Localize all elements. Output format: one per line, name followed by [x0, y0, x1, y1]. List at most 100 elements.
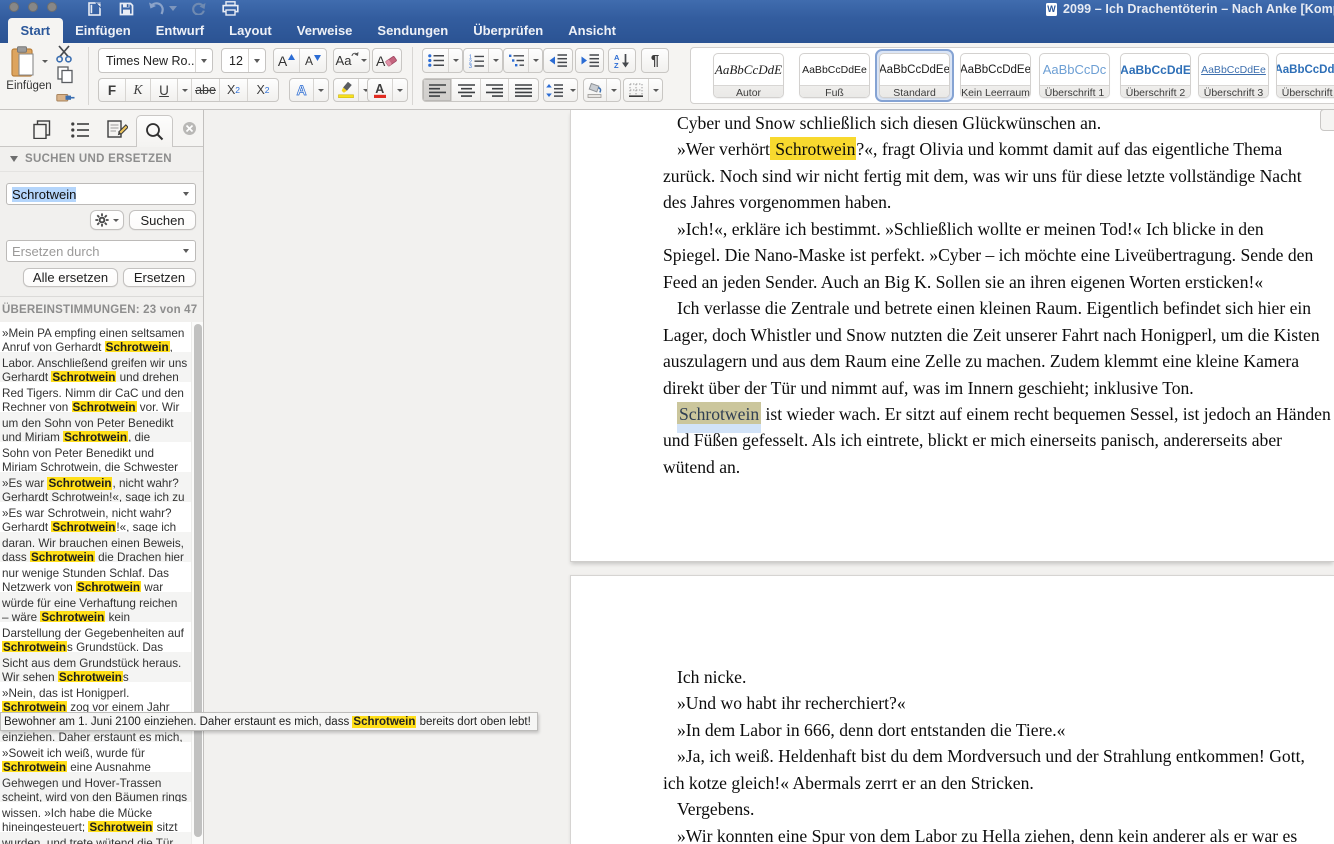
replace-button[interactable]: Ersetzen — [123, 268, 196, 287]
font-name-select[interactable]: Times New Ro... — [98, 48, 213, 73]
thumbnails-tab-icon[interactable] — [33, 120, 51, 139]
sort-button[interactable]: AZ — [608, 48, 636, 73]
search-tab[interactable] — [136, 115, 173, 147]
numbered-list-button[interactable]: 123 — [464, 49, 489, 72]
change-case-button[interactable]: Aa — [333, 48, 370, 73]
ribbon-tab-überprüfen[interactable]: Überprüfen — [461, 18, 556, 43]
superscript-button[interactable]: X2 — [248, 79, 278, 101]
line-spacing-button[interactable] — [543, 78, 578, 102]
style-card--berschrift-1[interactable]: AaBbCcDcÜberschrift 1 — [1039, 53, 1110, 98]
results-scrollbar[interactable] — [191, 322, 203, 844]
search-dropdown-icon[interactable] — [177, 184, 195, 204]
copy-icon[interactable] — [57, 66, 74, 84]
style-card-kein-leerraum[interactable]: AaBbCcDdEeKein Leerraum — [960, 53, 1031, 98]
bold-button[interactable]: F — [99, 79, 126, 101]
align-right-button[interactable] — [481, 79, 509, 101]
multilevel-list-button[interactable] — [504, 49, 529, 72]
highlight-button[interactable] — [334, 79, 359, 101]
search-result-row[interactable]: Red Tigers. Nimm dir CaC und denRechner … — [0, 382, 191, 412]
redo-icon[interactable] — [191, 2, 206, 15]
traffic-light-minimize[interactable] — [28, 2, 38, 12]
search-result-row[interactable]: »Soweit ich weiß, wurde fürSchrotwein ei… — [0, 742, 191, 772]
search-result-row[interactable]: Gehwegen und Hover-Trassenscheint, wird … — [0, 772, 191, 802]
panel-close-button[interactable] — [183, 122, 196, 135]
underline-button[interactable]: U — [151, 79, 178, 101]
search-result-row[interactable]: »Es war Schrotwein, nicht wahr?Gerhardt … — [0, 502, 191, 532]
show-paragraph-marks-button[interactable]: ¶ — [641, 48, 669, 73]
replace-all-button[interactable]: Alle ersetzen — [23, 268, 118, 287]
style-card-standard[interactable]: AaBbCcDdEeStandard — [879, 53, 950, 98]
grow-font-button[interactable]: A — [274, 49, 300, 72]
shading-button[interactable] — [584, 79, 607, 101]
results-scrollbar-thumb[interactable] — [194, 324, 202, 837]
bullet-list-dropdown-icon[interactable] — [449, 49, 462, 72]
search-result-row[interactable]: Sohn von Peter Benedikt undMiriam Schrot… — [0, 442, 191, 472]
replace-dropdown-icon[interactable] — [177, 241, 195, 261]
strikethrough-button[interactable]: abe — [192, 79, 220, 101]
format-painter-icon[interactable] — [56, 87, 75, 104]
search-result-row[interactable]: Darstellung der Gegebenheiten aufSchrotw… — [0, 622, 191, 652]
search-result-row[interactable]: »Mein PA empfing einen seltsamenAnruf vo… — [0, 322, 191, 352]
search-result-row[interactable]: um den Sohn von Peter Benediktund Miriam… — [0, 412, 191, 442]
ribbon-tab-start[interactable]: Start — [8, 18, 63, 43]
italic-button[interactable]: K — [126, 79, 151, 101]
document-page-2[interactable]: Ich nicke.»Und wo habt ihr recherchiert?… — [570, 575, 1334, 844]
font-size-dropdown-icon[interactable] — [248, 49, 265, 72]
style-card--berschrift-3[interactable]: AaBbCcDdEeÜberschrift 3 — [1198, 53, 1269, 98]
ribbon-tab-einfügen[interactable]: Einfügen — [63, 18, 144, 43]
panel-section-header[interactable]: SUCHEN UND ERSETZEN — [0, 147, 203, 172]
ribbon-tab-layout[interactable]: Layout — [217, 18, 285, 43]
search-result-row[interactable]: »Nein, das ist Honigperl.Schrotwein zog … — [0, 682, 191, 712]
review-tab-icon[interactable] — [107, 120, 128, 139]
save-icon[interactable] — [119, 2, 134, 16]
undo-icon[interactable] — [148, 2, 165, 15]
decrease-indent-button[interactable] — [543, 48, 573, 73]
replace-input[interactable]: Ersetzen durch — [6, 240, 196, 262]
search-result-row[interactable]: wurden, und trete wütend die Tür — [0, 832, 191, 844]
cut-icon[interactable] — [55, 45, 74, 63]
font-color-dropdown-icon[interactable] — [393, 79, 407, 101]
new-document-icon[interactable] — [88, 2, 104, 16]
align-center-button[interactable] — [452, 79, 481, 101]
ribbon-tab-sendungen[interactable]: Sendungen — [365, 18, 461, 43]
document-map-tab-icon[interactable] — [71, 121, 89, 139]
text-effects-dropdown-icon[interactable] — [314, 79, 328, 101]
align-left-button[interactable] — [423, 79, 452, 101]
search-result-row[interactable]: Sicht aus dem Grundstück heraus.Wir sehe… — [0, 652, 191, 682]
borders-dropdown-icon[interactable] — [649, 79, 662, 101]
traffic-light-zoom[interactable] — [47, 2, 57, 12]
style-card--berschrift-2[interactable]: AaBbCcDdEÜberschrift 2 — [1120, 53, 1191, 98]
document-page-1[interactable]: Cyber und Snow schließlich sich diesen G… — [570, 110, 1334, 562]
style-card-fu-[interactable]: AaBbCcDdEeFuß — [799, 53, 870, 98]
styles-pane-button[interactable] — [1320, 109, 1334, 131]
font-size-select[interactable]: 12 — [221, 48, 266, 73]
clear-formatting-button[interactable]: A — [372, 48, 402, 73]
style-card--berschrift-4[interactable]: AaBbCcDdEeÜberschrift 4 — [1276, 53, 1334, 98]
underline-dropdown-icon[interactable] — [178, 79, 192, 101]
font-name-dropdown-icon[interactable] — [195, 49, 212, 72]
print-icon[interactable] — [222, 1, 239, 16]
bullet-list-button[interactable] — [423, 49, 449, 72]
shading-dropdown-icon[interactable] — [607, 79, 620, 101]
search-options-button[interactable] — [90, 210, 124, 230]
search-result-row[interactable]: wissen. »Ich habe die Mückehineingesteue… — [0, 802, 191, 832]
search-result-row[interactable]: »Es war Schrotwein, nicht wahr?Gerhardt … — [0, 472, 191, 502]
numbered-list-dropdown-icon[interactable] — [489, 49, 502, 72]
justify-button[interactable] — [509, 79, 538, 101]
search-result-row[interactable]: daran. Wir brauchen einen Beweis,dass Sc… — [0, 532, 191, 562]
search-result-row[interactable]: würde für eine Verhaftung reichen– wäre … — [0, 592, 191, 622]
traffic-light-close[interactable] — [9, 2, 19, 12]
subscript-button[interactable]: X2 — [220, 79, 248, 101]
search-result-row[interactable]: nur wenige Stunden Schlaf. DasNetzwerk v… — [0, 562, 191, 592]
multilevel-list-dropdown-icon[interactable] — [529, 49, 542, 72]
style-card-autor[interactable]: AaBbCcDdEAutor — [713, 53, 784, 98]
undo-dropdown-icon[interactable] — [169, 6, 177, 11]
ribbon-tab-ansicht[interactable]: Ansicht — [556, 18, 629, 43]
font-color-button[interactable]: A — [368, 79, 393, 101]
text-effects-button[interactable]: A — [290, 79, 314, 101]
shrink-font-button[interactable]: A — [300, 49, 326, 72]
search-input[interactable]: Schrotwein — [6, 183, 196, 205]
borders-button[interactable] — [624, 79, 649, 101]
search-result-row[interactable]: Labor. Anschließend greifen wir unsGerha… — [0, 352, 191, 382]
search-button[interactable]: Suchen — [129, 210, 196, 230]
